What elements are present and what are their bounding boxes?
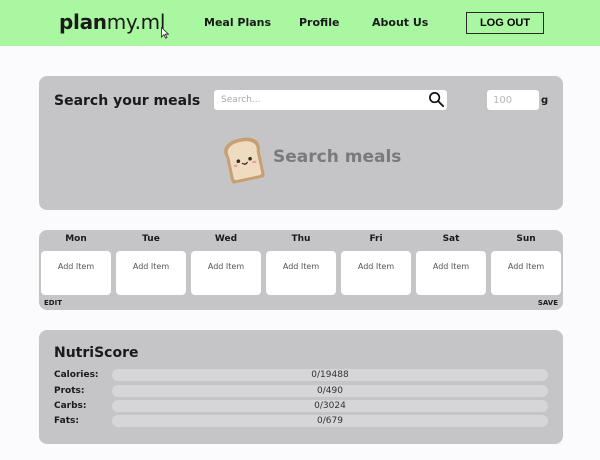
search-box (214, 90, 447, 110)
add-item-label: Add Item (432, 262, 470, 271)
day-column-mon: Mon Add Item (41, 230, 111, 296)
search-meals-card: Search your meals g Search meals (39, 76, 563, 210)
grams-input[interactable] (493, 92, 533, 108)
nutri-label: Fats: (54, 416, 79, 426)
nutri-value: 0/679 (317, 416, 343, 426)
week-planner-card: Mon Add Item Tue Add Item Wed Add Item T… (39, 230, 563, 310)
add-item-label: Add Item (132, 262, 170, 271)
edit-button[interactable]: EDIT (44, 299, 62, 307)
nutri-value: 0/3024 (314, 401, 346, 411)
day-column-wed: Wed Add Item (191, 230, 261, 296)
magnifier-icon[interactable] (428, 91, 445, 108)
day-column-fri: Fri Add Item (341, 230, 411, 296)
nav-link-about-us[interactable]: About Us (372, 16, 428, 29)
search-input[interactable] (221, 92, 421, 108)
nutri-progress-bar: 0/3024 (112, 400, 548, 412)
day-add-item-box[interactable]: Add Item (491, 251, 561, 295)
nutri-progress-bar: 0/679 (112, 415, 548, 427)
toast-icon (224, 137, 265, 184)
nutri-row-fats: Fats: 0/679 (54, 415, 548, 427)
week-days-grid: Mon Add Item Tue Add Item Wed Add Item T… (41, 230, 561, 296)
day-add-item-box[interactable]: Add Item (341, 251, 411, 295)
day-name: Wed (214, 234, 238, 244)
site-logo[interactable]: planmy.ml (59, 10, 165, 34)
day-column-sun: Sun Add Item (491, 230, 561, 296)
nav-link-meal-plans[interactable]: Meal Plans (204, 16, 271, 29)
grams-box (487, 90, 539, 110)
save-button[interactable]: SAVE (538, 299, 558, 307)
nutri-value: 0/19488 (311, 370, 349, 380)
nutri-row-calories: Calories: 0/19488 (54, 369, 548, 381)
add-item-label: Add Item (207, 262, 245, 271)
nutri-row-prots: Prots: 0/490 (54, 385, 548, 397)
day-name: Fri (369, 234, 383, 244)
day-column-tue: Tue Add Item (116, 230, 186, 296)
nutriscore-title: NutriScore (54, 345, 139, 361)
add-item-label: Add Item (57, 262, 95, 271)
day-name: Thu (291, 234, 311, 244)
day-add-item-box[interactable]: Add Item (41, 251, 111, 295)
logout-button[interactable]: LOG OUT (466, 12, 544, 34)
logo-regular-text: my.ml (106, 10, 166, 34)
add-item-label: Add Item (357, 262, 395, 271)
day-name: Mon (65, 234, 87, 244)
nutri-progress-bar: 0/490 (112, 385, 548, 397)
logo-bold-text: plan (59, 10, 107, 34)
nav-link-profile[interactable]: Profile (299, 16, 339, 29)
nutri-label: Prots: (54, 386, 85, 396)
day-column-sat: Sat Add Item (416, 230, 486, 296)
day-add-item-box[interactable]: Add Item (116, 251, 186, 295)
nutri-progress-bar: 0/19488 (112, 369, 548, 381)
day-add-item-box[interactable]: Add Item (266, 251, 336, 295)
day-name: Sun (516, 234, 536, 244)
add-item-label: Add Item (507, 262, 545, 271)
search-empty-state-text: Search meals (273, 147, 402, 167)
day-add-item-box[interactable]: Add Item (191, 251, 261, 295)
nutriscore-card: NutriScore Calories: 0/19488 Prots: 0/49… (39, 330, 563, 444)
top-navbar: planmy.ml Meal Plans Profile About Us LO… (0, 0, 600, 46)
nutri-row-carbs: Carbs: 0/3024 (54, 400, 548, 412)
mouse-cursor-icon (161, 27, 169, 39)
nutri-label: Carbs: (54, 401, 87, 411)
nutri-label: Calories: (54, 370, 99, 380)
day-add-item-box[interactable]: Add Item (416, 251, 486, 295)
day-name: Tue (142, 234, 160, 244)
grams-unit-label: g (541, 95, 549, 106)
add-item-label: Add Item (282, 262, 320, 271)
day-column-thu: Thu Add Item (266, 230, 336, 296)
nutri-value: 0/490 (317, 386, 343, 396)
day-name: Sat (442, 234, 460, 244)
search-section-title: Search your meals (54, 93, 201, 109)
